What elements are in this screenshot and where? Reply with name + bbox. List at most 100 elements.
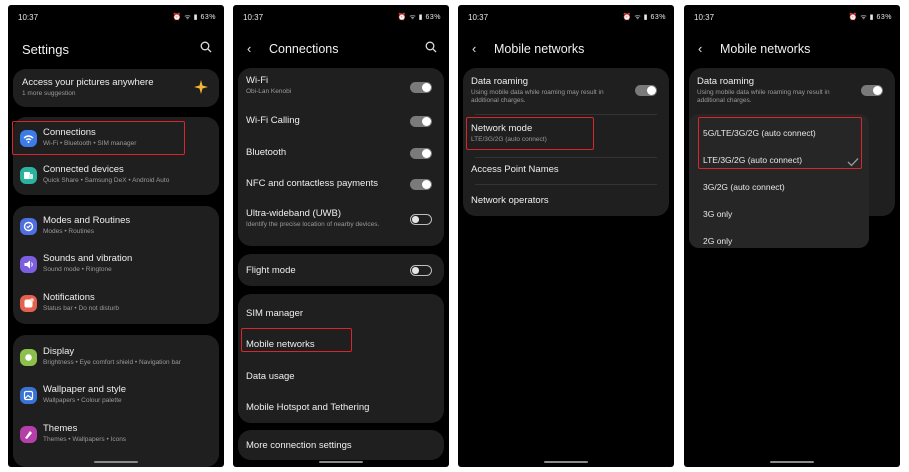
wifi-network: Obi-Lan Kenobi [246, 88, 292, 95]
divider [475, 114, 657, 115]
hotspot-item[interactable]: Mobile Hotspot and Tethering [246, 402, 369, 413]
settings-screen: 10:37 ⏰ ᯤ ▮ 63% Settings Access your pic… [8, 5, 224, 467]
display-label: Display [43, 346, 75, 357]
network-operators-item[interactable]: Network operators [471, 195, 549, 206]
network-group: SIM manager Mobile networks Data usage M… [238, 294, 444, 423]
settings-item-notifications[interactable]: Notifications Status bar • Do not distur… [13, 292, 219, 318]
dropdown-options-highlight [698, 117, 862, 169]
modes-group: Modes and Routines Modes • Routines Soun… [13, 206, 219, 324]
wifi-label: Wi-Fi [246, 75, 269, 86]
banner-subtitle: 1 more suggestion [22, 90, 76, 97]
sounds-label: Sounds and vibration [43, 253, 133, 264]
nfc-toggle[interactable] [410, 179, 432, 190]
more-group: More connection settings [238, 430, 444, 460]
settings-item-connected-devices[interactable]: Connected devices Quick Share • Samsung … [13, 164, 219, 190]
data-roaming-toggle[interactable] [861, 85, 883, 96]
search-icon[interactable] [425, 40, 437, 58]
data-roaming-label: Data roaming [697, 76, 755, 87]
notification-icon [20, 295, 37, 312]
page-title: Mobile networks [720, 42, 811, 56]
wifi-calling-row[interactable]: Wi-Fi Calling [238, 115, 444, 129]
option-3g-only[interactable]: 3G only [703, 209, 732, 219]
uwb-label: Ultra-wideband (UWB) [246, 208, 342, 219]
wallpaper-icon [20, 387, 37, 404]
display-sub: Brightness • Eye comfort shield • Naviga… [43, 359, 181, 366]
wifi-calling-toggle[interactable] [410, 116, 432, 127]
status-time: 10:37 [243, 12, 264, 22]
modes-icon [20, 218, 37, 235]
more-settings-item[interactable]: More connection settings [246, 440, 352, 451]
connections-highlight [12, 121, 185, 155]
bluetooth-label: Bluetooth [246, 147, 287, 158]
home-indicator [319, 461, 363, 463]
notifications-label: Notifications [43, 292, 95, 303]
bluetooth-row[interactable]: Bluetooth [238, 147, 444, 161]
themes-label: Themes [43, 423, 78, 434]
home-indicator [770, 461, 814, 463]
modes-label: Modes and Routines [43, 215, 131, 226]
page-title: Settings [22, 42, 69, 57]
sounds-sub: Sound mode • Ringtone [43, 266, 112, 273]
data-roaming-row[interactable]: Data roaming Using mobile data while roa… [689, 76, 895, 106]
flight-mode-group: Flight mode [238, 254, 444, 286]
devices-icon [20, 167, 37, 184]
divider [475, 157, 657, 158]
back-arrow-icon[interactable]: ‹ [472, 41, 476, 56]
status-bar: 10:37 ⏰ ᯤ ▮ 63% [694, 11, 892, 23]
settings-item-themes[interactable]: Themes Themes • Wallpapers • Icons [13, 423, 219, 449]
sparkle-icon [193, 79, 209, 100]
display-group: Display Brightness • Eye comfort shield … [13, 335, 219, 467]
data-roaming-toggle[interactable] [635, 85, 657, 96]
data-roaming-sub: Using mobile data while roaming may resu… [471, 89, 604, 104]
data-roaming-row[interactable]: Data roaming Using mobile data while roa… [463, 76, 669, 106]
connected-devices-label: Connected devices [43, 164, 124, 175]
home-indicator [94, 461, 138, 463]
status-icons: ⏰ ᯤ ▮ 63% [848, 13, 892, 21]
wallpaper-sub: Wallpapers • Colour palette [43, 397, 122, 404]
settings-item-sounds[interactable]: Sounds and vibration Sound mode • Ringto… [13, 253, 219, 279]
status-time: 10:37 [18, 12, 39, 22]
brush-icon [20, 426, 37, 443]
settings-item-modes[interactable]: Modes and Routines Modes • Routines [13, 215, 219, 241]
status-icons: ⏰ ᯤ ▮ 63% [397, 13, 441, 21]
divider [475, 184, 657, 185]
suggestion-banner[interactable]: Access your pictures anywhere 1 more sug… [13, 69, 219, 107]
page-title: Connections [269, 42, 339, 56]
search-icon[interactable] [200, 40, 212, 58]
nfc-row[interactable]: NFC and contactless payments [238, 178, 444, 192]
wifi-calling-label: Wi-Fi Calling [246, 115, 300, 126]
data-roaming-sub: Using mobile data while roaming may resu… [697, 89, 830, 104]
status-icons: ⏰ ᯤ ▮ 63% [172, 13, 216, 21]
status-bar: 10:37 ⏰ ᯤ ▮ 63% [18, 11, 216, 23]
connections-screen: 10:37 ⏰ ᯤ ▮ 63% ‹ Connections Wi-Fi Obi-… [233, 5, 449, 467]
banner-title: Access your pictures anywhere [22, 77, 154, 88]
flight-mode-label: Flight mode [246, 265, 296, 276]
page-title: Mobile networks [494, 42, 585, 56]
mobile-networks-highlight [241, 328, 352, 352]
themes-sub: Themes • Wallpapers • Icons [43, 436, 127, 443]
data-usage-item[interactable]: Data usage [246, 371, 295, 382]
apn-item[interactable]: Access Point Names [471, 164, 559, 175]
back-arrow-icon[interactable]: ‹ [247, 41, 251, 56]
wireless-group: Wi-Fi Obi-Lan Kenobi Wi-Fi Calling Bluet… [238, 68, 444, 246]
speaker-icon [20, 256, 37, 273]
bluetooth-toggle[interactable] [410, 148, 432, 159]
wallpaper-label: Wallpaper and style [43, 384, 127, 395]
uwb-row[interactable]: Ultra-wideband (UWB) Identify the precis… [238, 208, 444, 234]
back-arrow-icon[interactable]: ‹ [698, 41, 702, 56]
uwb-sub: Identify the precise location of nearby … [246, 221, 380, 228]
status-time: 10:37 [694, 12, 715, 22]
sun-icon [20, 349, 37, 366]
option-2g-only[interactable]: 2G only [703, 236, 732, 246]
settings-item-wallpaper[interactable]: Wallpaper and style Wallpapers • Colour … [13, 384, 219, 410]
wifi-toggle[interactable] [410, 82, 432, 93]
settings-item-display[interactable]: Display Brightness • Eye comfort shield … [13, 346, 219, 372]
uwb-toggle[interactable] [410, 214, 432, 225]
sim-manager-item[interactable]: SIM manager [246, 308, 303, 319]
option-3g-2g[interactable]: 3G/2G (auto connect) [703, 182, 785, 192]
connected-devices-sub: Quick Share • Samsung DeX • Android Auto [43, 177, 170, 184]
flight-mode-toggle[interactable] [410, 265, 432, 276]
status-bar: 10:37 ⏰ ᯤ ▮ 63% [468, 11, 666, 23]
network-mode-dropdown-screen: 10:37 ⏰ ᯤ ▮ 63% ‹ Mobile networks Data r… [684, 5, 900, 467]
wifi-row[interactable]: Wi-Fi Obi-Lan Kenobi [238, 75, 444, 101]
